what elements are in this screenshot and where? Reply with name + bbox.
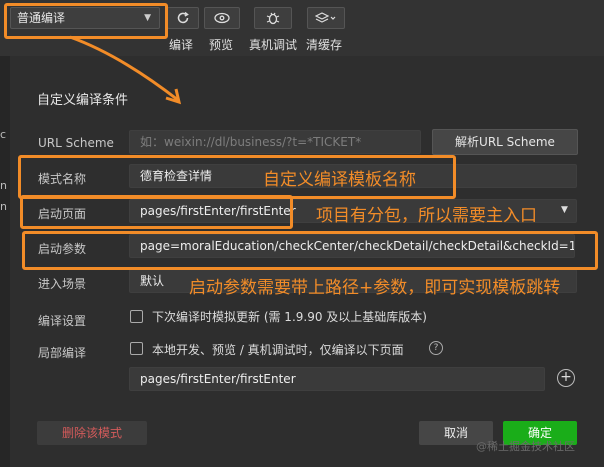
- annotation-arrow: [69, 35, 182, 105]
- watermark: @稀土掘金技术社区: [476, 440, 575, 453]
